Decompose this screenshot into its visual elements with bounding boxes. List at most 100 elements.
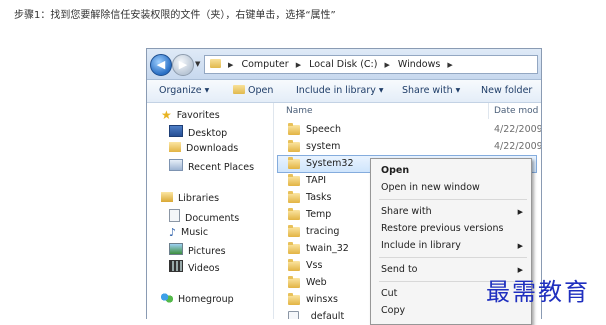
chevron-right-icon[interactable]: ▶ <box>385 57 390 73</box>
nav-videos[interactable]: Videos <box>169 260 220 274</box>
row-name: System32 <box>306 158 354 169</box>
videos-icon <box>169 260 183 272</box>
nav-downloads-label: Downloads <box>186 143 239 154</box>
row-name: Temp <box>306 209 332 220</box>
folder-icon <box>210 59 221 68</box>
navigation-pane: ★ Favorites Desktop Downloads Recent Plac… <box>147 103 274 319</box>
chevron-right-icon[interactable]: ▶ <box>296 57 301 73</box>
back-button[interactable]: ◀ <box>150 54 172 76</box>
new-folder-button[interactable]: New folder <box>481 85 532 96</box>
row-name: system <box>306 141 341 152</box>
organize-label: Organize <box>159 85 202 96</box>
nav-documents[interactable]: Documents <box>169 209 239 224</box>
row-date: 4/22/2009 <box>494 124 542 135</box>
menu-item-share-with[interactable]: Share with <box>381 206 432 217</box>
recent-pages-dropdown[interactable]: ▼ <box>195 60 200 68</box>
open-button[interactable]: Open <box>233 85 273 96</box>
nav-desktop-label: Desktop <box>188 128 228 139</box>
column-header-name[interactable]: Name <box>286 106 313 116</box>
breadcrumb-local-disk[interactable]: Local Disk (C:) <box>309 56 377 73</box>
row-name: tracing <box>306 226 340 237</box>
nav-desktop[interactable]: Desktop <box>169 125 227 139</box>
nav-videos-label: Videos <box>188 263 220 274</box>
row-name: Web <box>306 277 327 288</box>
nav-favorites[interactable]: ★ Favorites <box>161 108 220 122</box>
submenu-arrow-icon: ▶ <box>517 208 523 216</box>
folder-icon <box>288 174 300 186</box>
folder-icon <box>288 191 300 203</box>
libraries-icon <box>161 192 173 202</box>
recent-places-icon <box>169 159 183 171</box>
homegroup-icon <box>161 293 173 303</box>
desktop-icon <box>169 125 183 137</box>
row-name: Speech <box>306 124 341 135</box>
nav-recent-label: Recent Places <box>188 162 255 173</box>
nav-music-label: Music <box>181 227 209 238</box>
nav-downloads[interactable]: Downloads <box>169 142 238 154</box>
nav-libraries-label: Libraries <box>178 193 220 204</box>
menu-item-copy[interactable]: Copy <box>381 305 405 316</box>
pictures-icon <box>169 243 183 255</box>
folder-icon <box>288 259 300 271</box>
table-row[interactable]: Speech 4/22/2009 <box>278 122 541 138</box>
folder-icon <box>288 140 300 152</box>
folder-icon <box>288 123 300 135</box>
menu-item-cut[interactable]: Cut <box>381 288 397 299</box>
folder-icon <box>288 157 300 169</box>
breadcrumb-windows[interactable]: Windows <box>398 56 440 73</box>
include-label: Include in library <box>296 85 376 96</box>
menu-item-send-to[interactable]: Send to <box>381 264 417 275</box>
chevron-right-icon[interactable]: ▶ <box>228 57 233 73</box>
organize-button[interactable]: Organize ▼ <box>159 85 209 96</box>
column-header-date[interactable]: Date mod <box>494 106 538 116</box>
menu-separator <box>379 257 527 258</box>
folder-icon <box>288 242 300 254</box>
address-bar-area: ◀ ▶ ▼ ▶ Computer ▶ Local Disk (C:) ▶ Win… <box>147 49 541 80</box>
menu-item-open[interactable]: Open <box>381 165 409 176</box>
column-separator[interactable] <box>488 103 489 119</box>
include-in-library-button[interactable]: Include in library ▼ <box>296 85 383 96</box>
menu-item-include-in-library[interactable]: Include in library <box>381 240 461 251</box>
chevron-right-icon[interactable]: ▶ <box>447 57 452 73</box>
nav-pictures[interactable]: Pictures <box>169 243 226 257</box>
folder-open-icon <box>233 85 245 94</box>
back-arrow-icon: ◀ <box>156 58 166 71</box>
row-name: Tasks <box>306 192 332 203</box>
folder-icon <box>288 293 300 305</box>
breadcrumb-computer[interactable]: Computer <box>241 56 288 73</box>
row-date: 4/22/2009 <box>494 141 542 152</box>
row-name: TAPI <box>306 175 327 186</box>
nav-favorites-label: Favorites <box>176 110 220 121</box>
documents-icon <box>169 209 180 222</box>
nav-libraries[interactable]: Libraries <box>161 192 219 204</box>
nav-pictures-label: Pictures <box>188 246 226 257</box>
submenu-arrow-icon: ▶ <box>517 242 523 250</box>
chevron-down-icon: ▼ <box>455 87 461 94</box>
share-with-button[interactable]: Share with ▼ <box>402 85 460 96</box>
share-label: Share with <box>402 85 453 96</box>
folder-icon <box>288 208 300 220</box>
folder-icon <box>288 276 300 288</box>
chevron-down-icon: ▼ <box>378 87 384 94</box>
nav-music[interactable]: ♪ Music <box>169 226 208 239</box>
watermark-logo: 最需教育 <box>486 278 590 306</box>
step-caption: 步骤1：找到您要解除信任安装权限的文件（夹），右键单击，选择“属性” <box>14 10 336 21</box>
music-icon: ♪ <box>169 226 177 239</box>
menu-item-open-new-window[interactable]: Open in new window <box>381 182 480 193</box>
chevron-down-icon: ▼ <box>204 87 210 94</box>
forward-button[interactable]: ▶ <box>172 54 194 76</box>
command-bar: Organize ▼ Open Include in library ▼ Share… <box>147 80 541 103</box>
nav-homegroup[interactable]: Homegroup <box>161 293 234 305</box>
row-name: twain_32 <box>306 243 349 254</box>
folder-icon <box>288 225 300 237</box>
address-box[interactable]: ▶ Computer ▶ Local Disk (C:) ▶ Windows ▶ <box>204 55 538 74</box>
menu-separator <box>379 199 527 200</box>
row-name: winsxs <box>306 294 338 305</box>
forward-arrow-icon: ▶ <box>178 58 188 71</box>
nav-documents-label: Documents <box>185 213 240 224</box>
table-row[interactable]: system 4/22/2009 <box>278 139 541 155</box>
menu-item-restore-versions[interactable]: Restore previous versions <box>381 223 503 234</box>
nav-recent-places[interactable]: Recent Places <box>169 159 254 173</box>
star-icon: ★ <box>161 108 172 122</box>
nav-homegroup-label: Homegroup <box>178 294 234 305</box>
